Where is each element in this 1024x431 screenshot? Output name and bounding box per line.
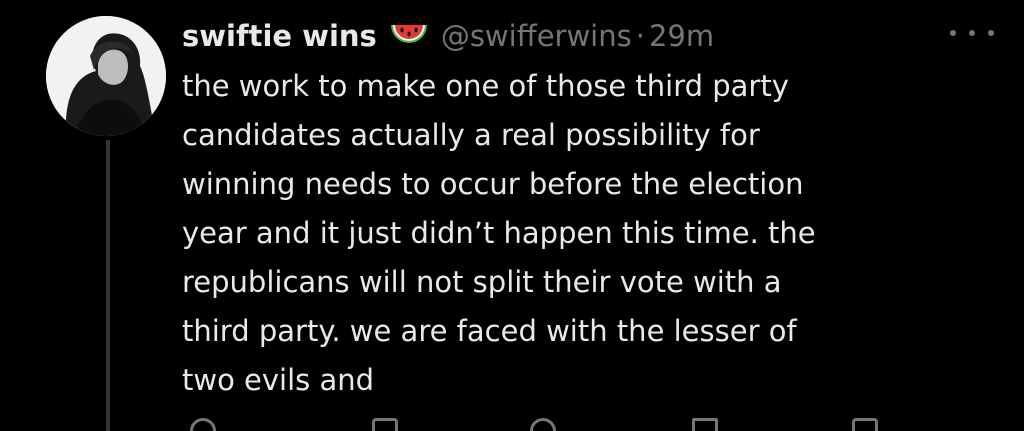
views-icon[interactable]: [692, 418, 718, 431]
tweet-text-line: two evils and: [182, 363, 375, 397]
ellipsis-dot: [950, 30, 956, 36]
tweet-text-line: year and it just didn’t happen this time…: [182, 216, 816, 250]
separator-dot: ·: [635, 19, 645, 53]
ellipsis-dot: [969, 30, 975, 36]
tweet-text-line: republicans will not split their vote wi…: [182, 265, 782, 299]
tweet-text-line: third party. we are faced with the lesse…: [182, 314, 797, 348]
tweet-text-line: the work to make one of those third part…: [182, 69, 789, 103]
timestamp[interactable]: 29m: [649, 19, 714, 53]
display-name[interactable]: swiftie wins: [182, 19, 377, 53]
tweet-text-line: winning needs to occur before the electi…: [182, 167, 804, 201]
action-bar: [182, 418, 902, 431]
watermelon-icon: [389, 19, 429, 53]
reply-icon[interactable]: [190, 418, 216, 431]
avatar-photo: [46, 16, 166, 136]
thread-line: [106, 140, 110, 431]
tweet-text: the work to make one of those third part…: [182, 62, 942, 405]
tweet-header: swiftie wins @swifferwins · 29m: [182, 14, 714, 58]
user-handle[interactable]: @swifferwins: [441, 19, 632, 53]
avatar[interactable]: [46, 16, 166, 136]
bookmark-icon[interactable]: [852, 418, 878, 431]
like-icon[interactable]: [530, 418, 556, 431]
tweet[interactable]: swiftie wins @swifferwins · 29m the work…: [0, 0, 1024, 431]
ellipsis-dot: [988, 30, 994, 36]
retweet-icon[interactable]: [372, 418, 398, 431]
tweet-text-line: candidates actually a real possibility f…: [182, 118, 760, 152]
ellipsis-icon[interactable]: [950, 18, 994, 48]
